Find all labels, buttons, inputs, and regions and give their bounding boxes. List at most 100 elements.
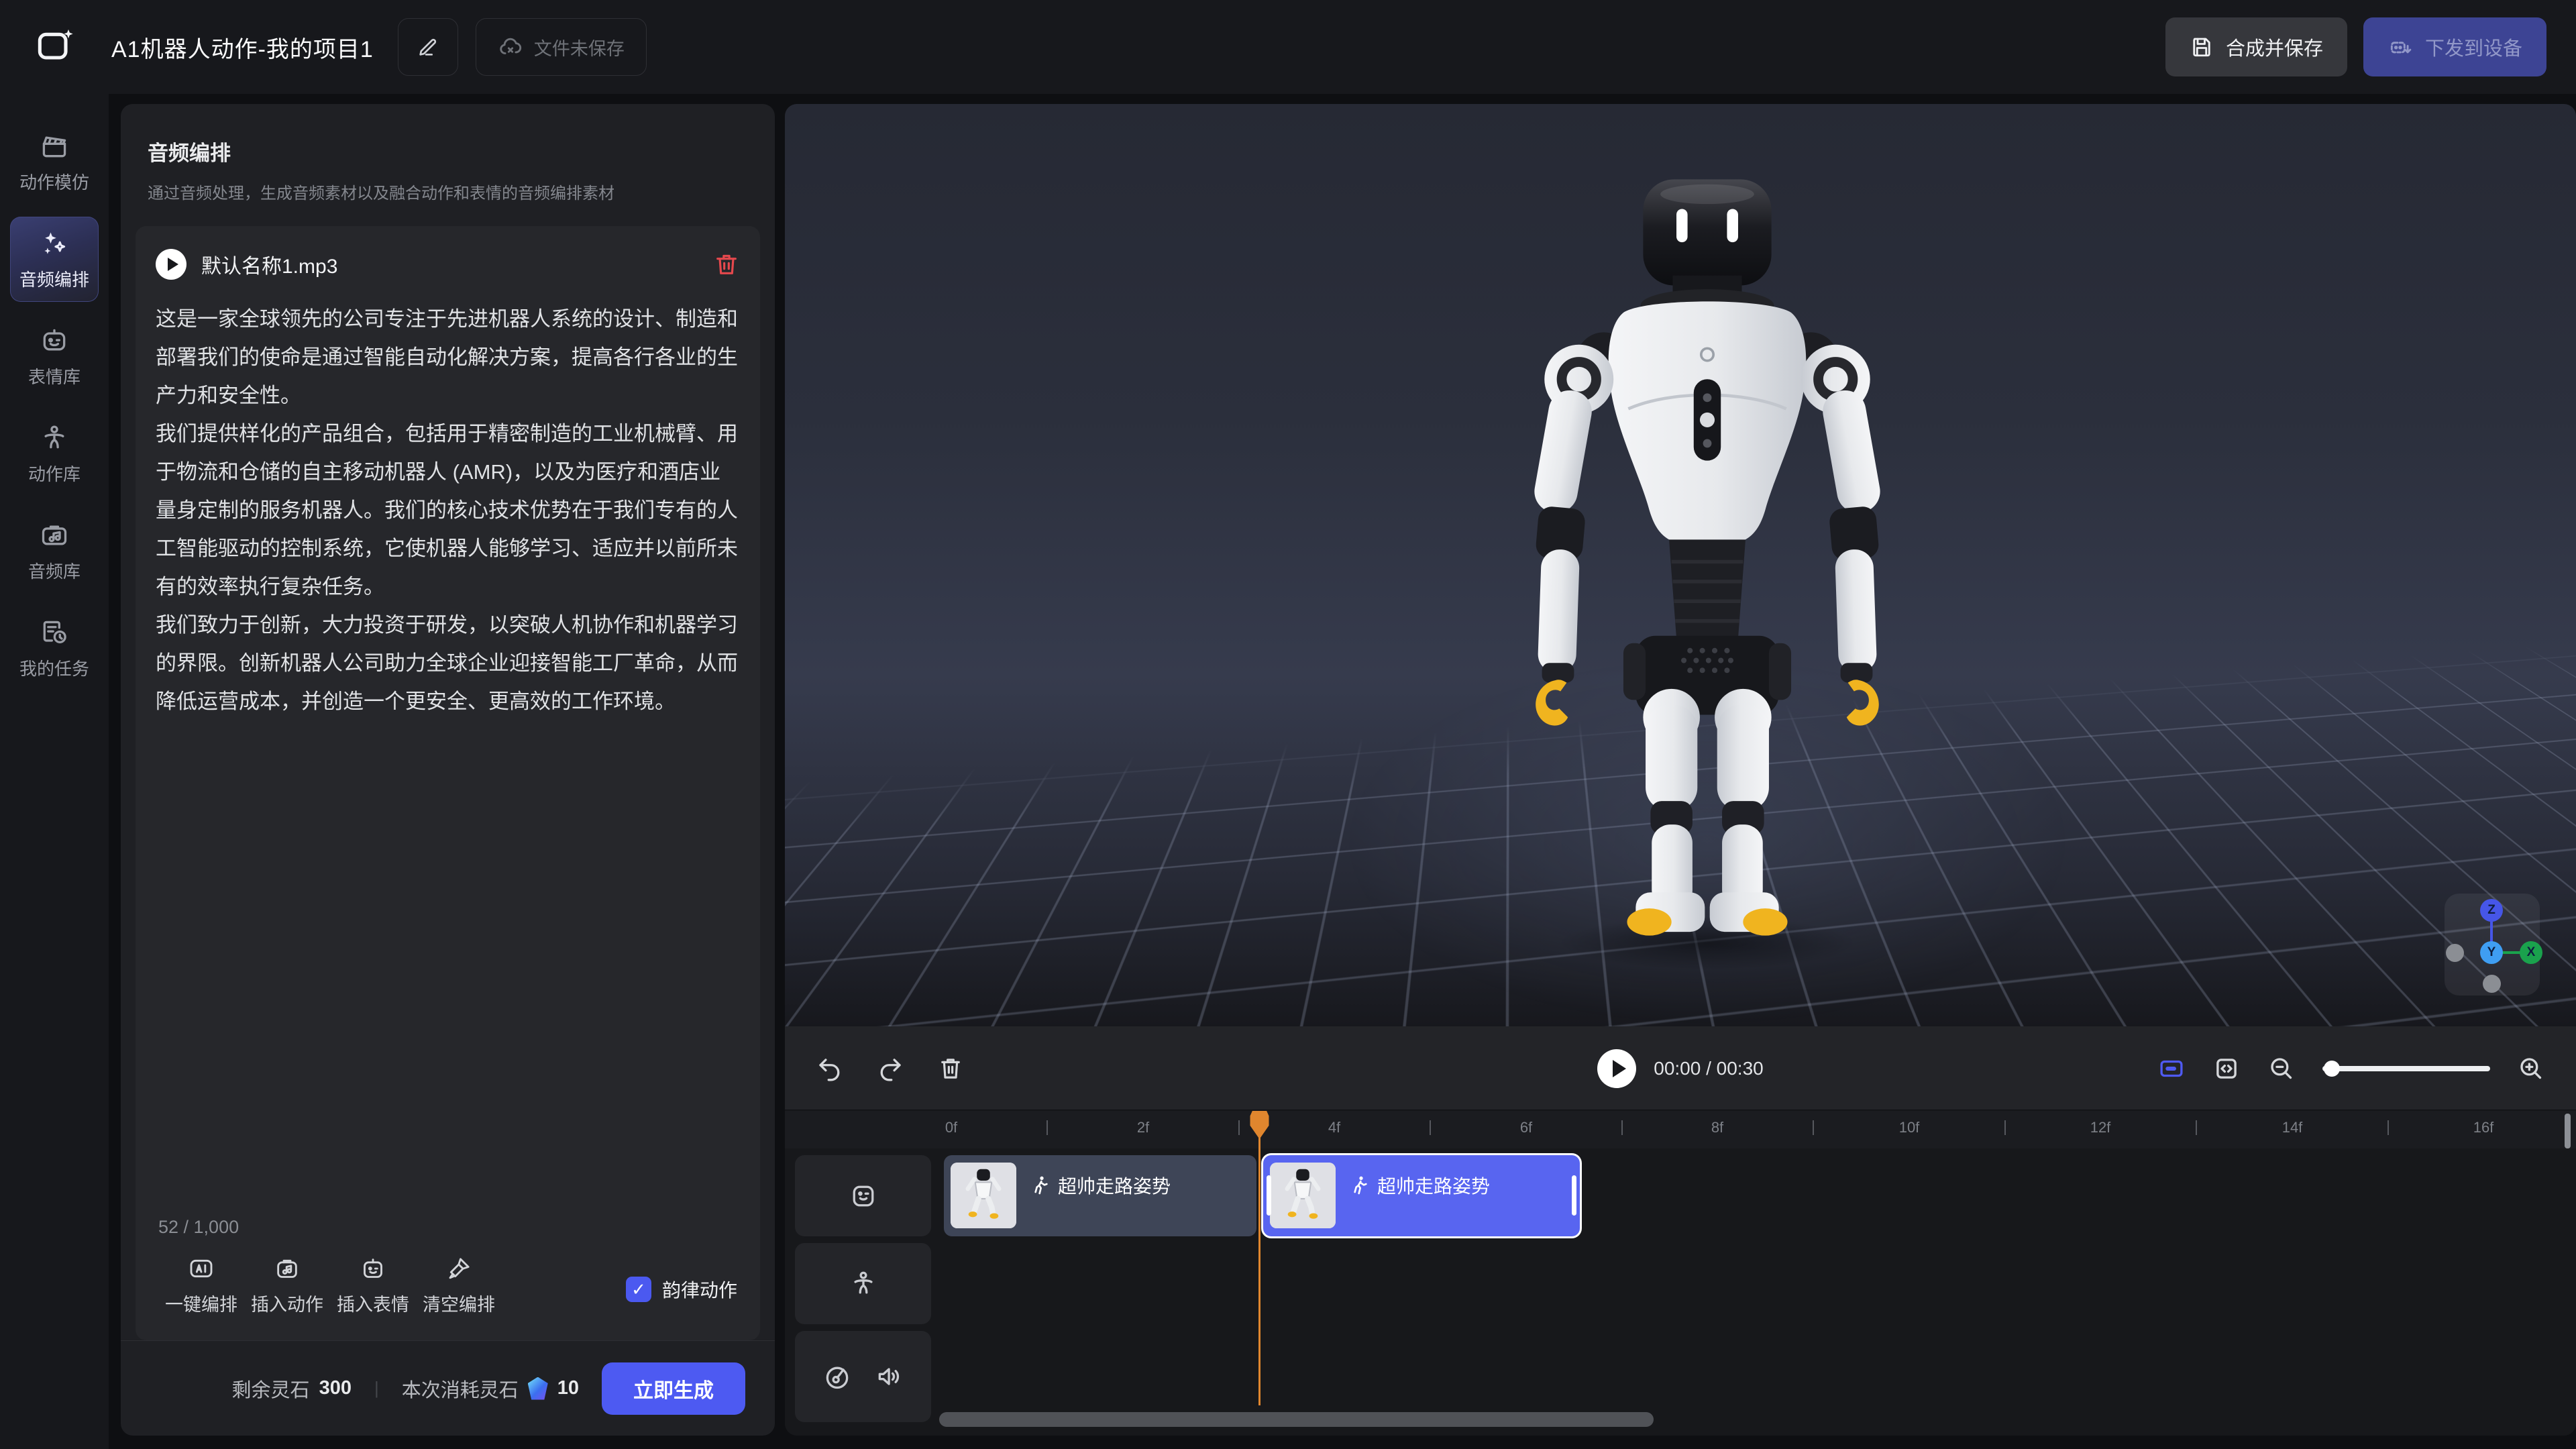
motion-track-header[interactable] [795, 1243, 931, 1324]
music-card-icon [274, 1255, 301, 1282]
editing-toolbar: 一键编排 插入动作 [156, 1244, 740, 1320]
audio-file-row: 默认名称1.mp3 [156, 249, 740, 280]
clip-thumbnail [1270, 1163, 1336, 1228]
timeline-clip-selected[interactable]: 超帅走路姿势 [1263, 1155, 1580, 1236]
project-title: A1机器人动作-我的项目1 [111, 31, 374, 64]
app-logo-icon [34, 25, 76, 68]
cloud-x-icon [498, 34, 523, 60]
ruler-label: 14f [2282, 1119, 2303, 1136]
sidebar-item-my-tasks[interactable]: 我的任务 [10, 606, 99, 691]
snap-toggle-icon[interactable] [2157, 1055, 2186, 1083]
nav-sidebar: 动作模仿 音频编排 表情库 [0, 94, 109, 1449]
zoom-in-icon[interactable] [2517, 1055, 2545, 1083]
ruler-label: 0f [945, 1119, 957, 1136]
sidebar-label: 我的任务 [19, 655, 89, 680]
zoom-out-icon[interactable] [2267, 1055, 2296, 1083]
deploy-label: 下发到设备 [2425, 33, 2522, 61]
ruler-label: 8f [1711, 1119, 1723, 1136]
footer-divider: | [374, 1378, 379, 1399]
person-track-icon [849, 1269, 878, 1299]
expression-track-header[interactable] [795, 1155, 931, 1236]
timeline-clip[interactable]: 超帅走路姿势 [944, 1155, 1256, 1236]
sidebar-label: 音频库 [28, 558, 80, 583]
panel-subtitle: 通过音频处理，生成音频素材以及融合动作和表情的音频编排素材 [148, 180, 748, 203]
zoom-slider-knob[interactable] [2324, 1061, 2340, 1077]
rhythm-label: 韵律动作 [662, 1276, 737, 1303]
timeline-ruler[interactable]: 0f 2f 4f 6f 8f 10f 12f 14f 16f [785, 1111, 2576, 1148]
timeline-section: 00:00 / 00:30 [785, 1026, 2576, 1436]
timeline-horizontal-scrollbar[interactable] [939, 1412, 1654, 1427]
rename-project-button[interactable] [398, 18, 458, 76]
clip-trim-handle-right[interactable] [1572, 1175, 1576, 1216]
sidebar-label: 动作库 [28, 461, 80, 486]
gizmo-neg-x-handle[interactable] [2446, 944, 2464, 962]
gizmo-neg-z-handle[interactable] [2483, 975, 2501, 993]
timeline-zoom-slider[interactable] [2322, 1066, 2490, 1071]
ai-badge-icon [188, 1255, 215, 1282]
task-clock-icon [40, 618, 69, 647]
delete-audio-icon[interactable] [713, 251, 740, 278]
ruler-tick [1238, 1120, 1240, 1135]
sidebar-item-motion-lib[interactable]: 动作库 [10, 411, 99, 496]
walking-icon [1030, 1175, 1051, 1196]
gizmo-z-handle[interactable]: Z [2480, 899, 2503, 922]
timeline-tracks[interactable]: 超帅走路姿势 [785, 1148, 2576, 1436]
sparkles-icon [40, 229, 69, 258]
tool-label: 清空编排 [423, 1290, 495, 1316]
clear-arrangement-button[interactable]: 清空编排 [416, 1255, 502, 1316]
sidebar-item-audio-arrange[interactable]: 音频编排 [10, 217, 99, 302]
gem-icon [528, 1377, 548, 1400]
insert-expression-button[interactable]: 插入表情 [330, 1255, 416, 1316]
audio-arrange-panel: 音频编排 通过音频处理，生成音频素材以及融合动作和表情的音频编排素材 默认名称1… [121, 104, 775, 1436]
play-button[interactable] [1597, 1049, 1636, 1088]
audio-play-button[interactable] [156, 249, 186, 280]
compose-save-button[interactable]: 合成并保存 [2165, 17, 2347, 76]
remaining-stones: 剩余灵石300 [232, 1375, 352, 1403]
clip-label: 超帅走路姿势 [1377, 1172, 1490, 1199]
pencil-icon [417, 36, 439, 58]
fit-width-icon[interactable] [2212, 1055, 2241, 1083]
axis-gizmo[interactable]: Z Y X [2445, 894, 2540, 996]
view-controls [2157, 1026, 2545, 1110]
transcript-paragraph: 我们提供样化的产品组合，包括用于精密制造的工业机械臂、用于物流和仓储的自主移动机… [156, 415, 740, 606]
playhead-line[interactable] [1258, 1112, 1260, 1405]
generate-now-button[interactable]: 立即生成 [602, 1362, 745, 1415]
insert-motion-button[interactable]: 插入动作 [244, 1255, 330, 1316]
file-unsaved-status[interactable]: 文件未保存 [476, 18, 647, 76]
humanoid-robot[interactable] [1485, 147, 1929, 937]
viewport-3d[interactable]: Z Y X [785, 104, 2576, 1026]
rhythm-checkbox[interactable]: ✓ [626, 1277, 651, 1302]
sidebar-label: 表情库 [28, 364, 80, 388]
timeline-controls: 00:00 / 00:30 [785, 1026, 2576, 1110]
ruler-tick [1430, 1120, 1431, 1135]
clip-label: 超帅走路姿势 [1058, 1172, 1171, 1199]
rhythm-motion-toggle[interactable]: ✓ 韵律动作 [626, 1276, 737, 1316]
sidebar-item-expression-lib[interactable]: 表情库 [10, 314, 99, 399]
transcript-paragraph: 我们致力于创新，大力投资于研发，以突破人机协作和机器学习的界限。创新机器人公司助… [156, 606, 740, 720]
audio-track-header[interactable] [795, 1331, 931, 1422]
save-label: 合成并保存 [2226, 33, 2323, 61]
robot-deploy-icon [2387, 34, 2413, 60]
gizmo-y-handle[interactable]: Y [2480, 941, 2503, 964]
gizmo-x-handle[interactable]: X [2520, 941, 2542, 964]
char-counter: 52 / 1,000 [158, 1217, 740, 1238]
transcript-paragraph: 这是一家全球领先的公司专注于先进机器人系统的设计、制造和部署我们的使命是通过智能… [156, 300, 740, 415]
clip-trim-handle-left[interactable] [1267, 1175, 1271, 1216]
face-track-icon [849, 1181, 878, 1211]
transcript-text[interactable]: 这是一家全球领先的公司专注于先进机器人系统的设计、制造和部署我们的使命是通过智能… [156, 300, 740, 1205]
robot-face-icon [40, 326, 69, 356]
tool-label: 插入表情 [337, 1290, 409, 1316]
save-icon [2190, 35, 2214, 59]
sidebar-item-motion-mimic[interactable]: 动作模仿 [10, 119, 99, 205]
ruler-label: 2f [1137, 1119, 1149, 1136]
sidebar-item-audio-lib[interactable]: 音频库 [10, 508, 99, 594]
one-key-arrange-button[interactable]: 一键编排 [158, 1255, 244, 1316]
metronome-icon [822, 1362, 852, 1391]
speaker-icon[interactable] [875, 1362, 904, 1391]
panel-header: 音频编排 通过音频处理，生成音频素材以及融合动作和表情的音频编排素材 [121, 104, 775, 203]
clip-label-row: 超帅走路姿势 [1030, 1172, 1171, 1199]
deploy-to-device-button[interactable]: 下发到设备 [2363, 17, 2546, 76]
timeline-vertical-scrollbar[interactable] [2565, 1114, 2571, 1148]
time-display: 00:00 / 00:30 [1654, 1058, 1763, 1079]
panel-title: 音频编排 [148, 136, 748, 166]
